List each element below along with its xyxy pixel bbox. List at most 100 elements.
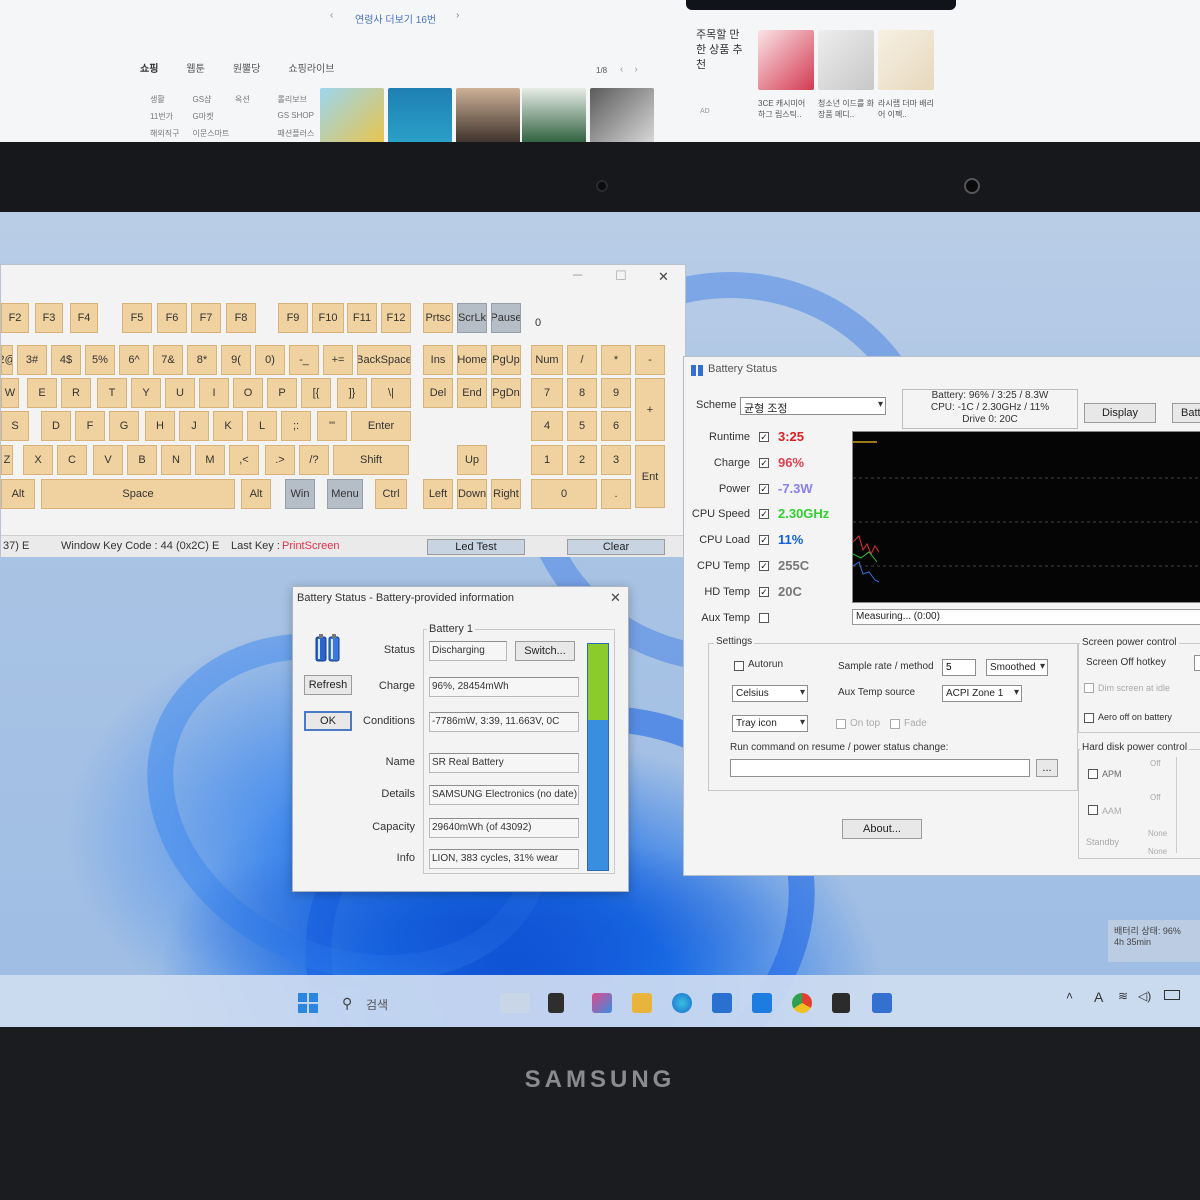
key-sym2-10[interactable]: ]} — [337, 378, 367, 408]
key-alt[interactable]: Alt — [1, 479, 35, 509]
key-del[interactable]: Del — [423, 378, 453, 408]
product-caption[interactable]: 청소년 이드를 화장품 메디.. — [818, 98, 876, 120]
key-k[interactable]: K — [213, 411, 243, 441]
key-sym1-17[interactable]: * — [601, 345, 631, 375]
key-sym2-11[interactable]: \| — [371, 378, 411, 408]
grid-item[interactable]: 해외직구 — [150, 128, 193, 139]
key-prtsc[interactable]: Prtsc — [423, 303, 453, 333]
chevron-up-icon[interactable]: ˄ — [1066, 989, 1073, 1003]
key-d[interactable]: D — [41, 411, 71, 441]
product-image[interactable] — [818, 30, 874, 90]
wifi-icon[interactable]: ≋ — [1118, 989, 1128, 1003]
task-view-icon[interactable] — [548, 993, 564, 1013]
close-button[interactable]: ✕ — [610, 590, 621, 606]
key-0[interactable]: 0) — [255, 345, 285, 375]
runtime-checkbox[interactable]: ✓ — [759, 432, 769, 442]
key-3[interactable]: 3# — [17, 345, 47, 375]
key-sym2-9[interactable]: [{ — [301, 378, 331, 408]
key-home[interactable]: Home — [457, 345, 487, 375]
key-pgup[interactable]: PgUp — [491, 345, 521, 375]
key-5[interactable]: 5 — [567, 411, 597, 441]
grid-item[interactable]: 생활 — [150, 94, 193, 105]
key-win[interactable]: Win — [285, 479, 315, 509]
key-5[interactable]: 5% — [85, 345, 115, 375]
apm-checkbox[interactable] — [1088, 769, 1098, 779]
led-test-button[interactable]: Led Test — [427, 539, 525, 555]
key-2[interactable]: 2 — [567, 445, 597, 475]
battery-icon[interactable] — [1164, 990, 1180, 1000]
cpu-speed-checkbox[interactable]: ✓ — [759, 509, 769, 520]
cpu-temp-checkbox[interactable]: ✓ — [759, 561, 769, 571]
key-0[interactable]: 0 — [531, 479, 597, 509]
key-j[interactable]: J — [179, 411, 209, 441]
key-o[interactable]: O — [233, 378, 263, 408]
cpu-load-checkbox[interactable]: ✓ — [759, 535, 769, 546]
key-alt[interactable]: Alt — [241, 479, 271, 509]
key-7[interactable]: 7 — [531, 378, 563, 408]
key-z[interactable]: Z — [1, 445, 13, 475]
tab-shopping[interactable]: 쇼핑 — [140, 60, 158, 75]
pager-prev[interactable]: ‹ › — [620, 64, 638, 75]
refresh-button[interactable]: Refresh — [304, 675, 352, 695]
key-f4[interactable]: F4 — [70, 303, 98, 333]
scheme-select[interactable]: 균형 조정 — [740, 397, 886, 415]
key-sym1-10[interactable]: += — [323, 345, 353, 375]
grid-item[interactable]: GS샵 — [193, 94, 236, 105]
key-scrlk[interactable]: ScrLk — [457, 303, 487, 333]
key-backspace[interactable]: BackSpace — [357, 345, 411, 375]
grid-item[interactable]: 이문스마트 — [193, 128, 236, 139]
key-enter[interactable]: Enter — [351, 411, 411, 441]
key-sym1-9[interactable]: -_ — [289, 345, 319, 375]
key-pause[interactable]: Pause — [491, 303, 521, 333]
outlook-icon[interactable] — [752, 993, 772, 1013]
key-num[interactable]: Num — [531, 345, 563, 375]
store-icon[interactable] — [712, 993, 732, 1013]
key-6[interactable]: 6 — [601, 411, 631, 441]
key-ent[interactable]: Ent — [635, 445, 665, 508]
clear-button[interactable]: Clear — [567, 539, 665, 555]
key-sym4-8[interactable]: .> — [265, 445, 295, 475]
key-sym1-18[interactable]: - — [635, 345, 665, 375]
key-pgdn[interactable]: PgDn — [491, 378, 521, 408]
battery-status-app-icon[interactable] — [872, 993, 892, 1013]
product-image[interactable] — [456, 88, 520, 142]
key-f2[interactable]: F2 — [1, 303, 29, 333]
key-y[interactable]: Y — [131, 378, 161, 408]
charge-checkbox[interactable]: ✓ — [759, 457, 769, 468]
key-f7[interactable]: F7 — [191, 303, 221, 333]
copilot-icon[interactable] — [592, 993, 612, 1013]
windows-start-icon[interactable] — [298, 993, 318, 1013]
hd-temp-checkbox[interactable]: ✓ — [759, 586, 769, 597]
key-4[interactable]: 4 — [531, 411, 563, 441]
key-p[interactable]: P — [267, 378, 297, 408]
key-g[interactable]: G — [109, 411, 139, 441]
key-ctrl[interactable]: Ctrl — [375, 479, 407, 509]
browse-button[interactable]: ... — [1036, 759, 1058, 777]
key-f5[interactable]: F5 — [122, 303, 152, 333]
key-w[interactable]: W — [1, 378, 19, 408]
key-c[interactable]: C — [57, 445, 87, 475]
key-sym3-8[interactable]: ;: — [281, 411, 311, 441]
key-f3[interactable]: F3 — [35, 303, 63, 333]
power-checkbox[interactable]: ✓ — [759, 483, 769, 494]
grid-item[interactable]: GS SHOP — [278, 111, 321, 122]
key-sym4-7[interactable]: ,< — [229, 445, 259, 475]
key-r[interactable]: R — [61, 378, 91, 408]
key-end[interactable]: End — [457, 378, 487, 408]
next-arrow[interactable]: › — [456, 10, 459, 21]
key-right[interactable]: Right — [491, 479, 521, 509]
product-image[interactable] — [878, 30, 934, 90]
key-1[interactable]: 1 — [531, 445, 563, 475]
grid-item[interactable]: G마켓 — [193, 111, 236, 122]
key-9[interactable]: 9 — [601, 378, 631, 408]
key-sym2-18[interactable]: + — [635, 378, 665, 441]
key-m[interactable]: M — [195, 445, 225, 475]
key-b[interactable]: B — [127, 445, 157, 475]
key-7[interactable]: 7& — [153, 345, 183, 375]
file-explorer-icon[interactable] — [632, 993, 652, 1013]
grid-item[interactable]: 롤리보브 — [278, 94, 321, 105]
tray-select[interactable]: Tray icon — [732, 715, 808, 732]
app-icon[interactable] — [832, 993, 850, 1013]
product-caption[interactable]: 3CE 캐시미어 하그 립스틱.. — [758, 98, 814, 120]
key-space[interactable]: Space — [41, 479, 235, 509]
